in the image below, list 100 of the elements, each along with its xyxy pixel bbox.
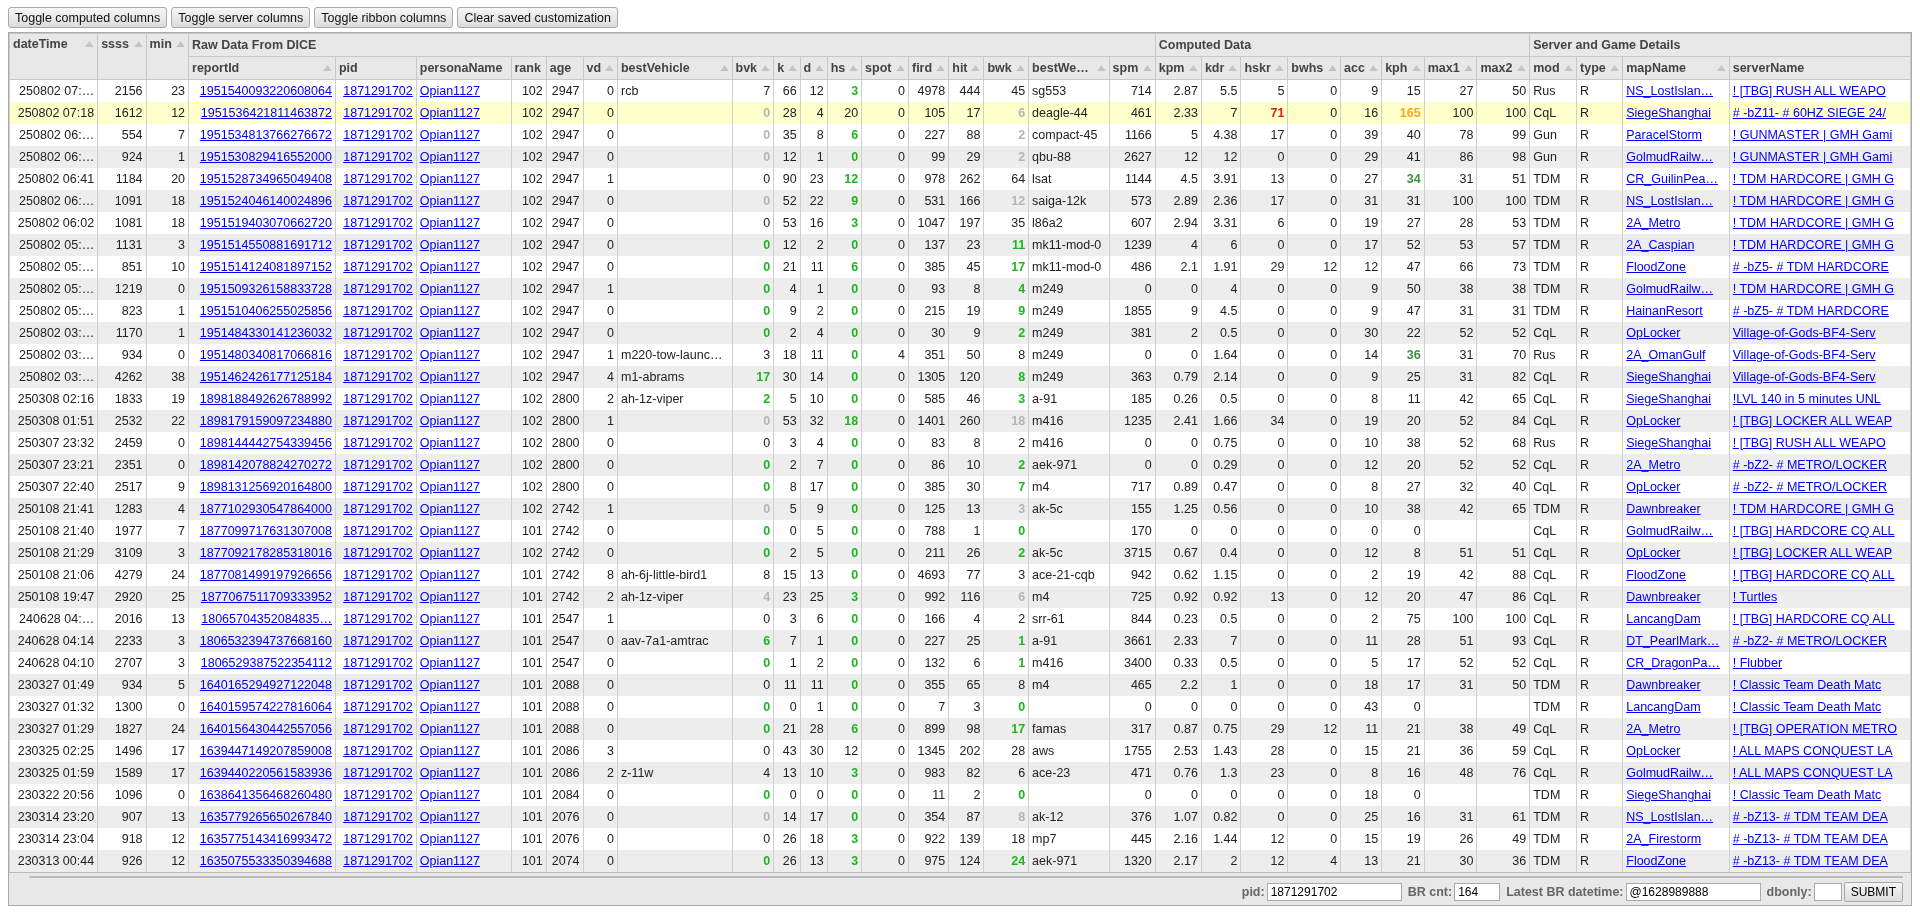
table-link[interactable]: 1951519403070662720 <box>199 216 332 230</box>
table-link[interactable]: Opian1127 <box>419 502 480 516</box>
table-link[interactable]: 1898179159097234880 <box>199 414 332 428</box>
table-link[interactable]: ! [TBG] HARDCORE CQ ALL <box>1732 568 1895 582</box>
table-link[interactable]: 2A_Metro <box>1626 458 1681 472</box>
table-link[interactable]: ! GUNMASTER | GMH Gami <box>1732 128 1893 142</box>
sort-arrow-icon[interactable] <box>604 65 614 71</box>
table-link[interactable]: ! [TBG] RUSH ALL WEAPO <box>1732 436 1886 450</box>
table-row[interactable]: 250307 23:32 2459 0 1898144442754339456 1871291702 Opian1127 102 2800 0 0 3 4 0 0 83 8 2 m416 0 0 0.75 0 0 10 38 52 68 Rus R SiegeShanghai ! [TBG] RUSH ALL WEAPO <box>9 432 1911 454</box>
table-link[interactable]: 1898142078824270272 <box>199 458 332 472</box>
sort-arrow-icon[interactable] <box>1610 65 1620 71</box>
table-link[interactable]: 1871291702 <box>343 458 413 472</box>
table-link[interactable]: Opian1127 <box>419 678 480 692</box>
table-link[interactable]: 1635075533350394688 <box>199 854 332 868</box>
table-link[interactable]: ! TDM HARDCORE | GMH G <box>1732 194 1895 208</box>
sort-arrow-icon[interactable] <box>1411 65 1421 71</box>
table-link[interactable]: 1806532394737668160 <box>199 634 332 648</box>
table-link[interactable]: Dawnbreaker <box>1626 678 1701 692</box>
table-link[interactable]: # -bZ2- # METRO/LOCKER <box>1732 458 1887 472</box>
table-link[interactable]: Opian1127 <box>419 788 480 802</box>
column-header[interactable]: ssss <box>97 33 147 80</box>
table-link[interactable]: Opian1127 <box>419 414 480 428</box>
table-row[interactable]: 250802 05:… 1219 0 1951509326158833728 1871291702 Opian1127 102 2947 1 0 4 1 0 0 93 8 4 m249 0 0 4 0 0 9 50 38 38 TDM R GolmudRailw… ! TDM HARDCORE | GMH G <box>9 278 1911 300</box>
table-link[interactable]: 18065704352084835… <box>201 612 332 626</box>
column-header[interactable]: dateTime <box>9 33 98 80</box>
table-row[interactable]: 250802 05:… 851 10 1951514124081897152 1871291702 Opian1127 102 2947 0 0 21 11 6 0 385 45 17 mk11-mod-0 486 2.1 1.91 29 12 12 47 66 73 TDM R FloodZone # -bZ5- # TDM HARDCORE <box>9 256 1911 278</box>
table-link[interactable]: ! TDM HARDCORE | GMH G <box>1732 216 1895 230</box>
table-link[interactable]: 1951462426177125184 <box>199 370 332 384</box>
table-row[interactable]: 250802 06:02 1081 18 1951519403070662720 1871291702 Opian1127 102 2947 0 0 53 16 3 0 1047 197 35 l86a2 607 2.94 3.31 6 0 19 27 28 53 TDM R 2A_Metro ! TDM HARDCORE | GMH G <box>9 212 1911 234</box>
table-link[interactable]: Opian1127 <box>419 106 480 120</box>
sort-arrow-icon[interactable] <box>176 41 186 47</box>
table-link[interactable]: 1871291702 <box>343 656 413 670</box>
table-link[interactable]: 1877092178285318016 <box>199 546 332 560</box>
table-link[interactable]: SiegeShanghai <box>1626 370 1712 384</box>
input-field[interactable]: 1871291702 <box>1266 883 1402 901</box>
table-link[interactable]: Opian1127 <box>419 854 480 868</box>
table-row[interactable]: 250802 03:… 1170 1 1951484330141236032 1871291702 Opian1127 102 2947 0 0 2 4 0 0 30 9 2 m249 381 2 0.5 0 0 30 22 52 52 CqL R OpLocker Village-of-Gods-BF4-Serv <box>9 322 1911 344</box>
table-link[interactable]: 1871291702 <box>343 238 413 252</box>
table-link[interactable]: 1951536421811463872 <box>200 106 332 120</box>
table-link[interactable]: Opian1127 <box>419 436 480 450</box>
sort-arrow-icon[interactable] <box>936 65 946 71</box>
table-link[interactable]: Opian1127 <box>419 348 480 362</box>
table-link[interactable]: Opian1127 <box>419 216 480 230</box>
submit-button[interactable]: SUBMIT <box>1843 882 1903 902</box>
table-row[interactable]: 250802 06:… 1091 18 1951524046140024896 1871291702 Opian1127 102 2947 0 0 52 22 9 0 531 166 12 saiga-12k 573 2.89 2.36 17 0 31 31 100 100 TDM R NS_LostIslan… ! TDM HARDCORE | GMH G <box>9 190 1911 212</box>
table-row[interactable]: 250802 06:… 924 1 1951530829416552000 1871291702 Opian1127 102 2947 0 0 12 1 0 0 99 29 2 qbu-88 2627 12 12 0 0 29 41 86 98 Gun R GolmudRailw… ! GUNMASTER | GMH Gami <box>9 146 1911 168</box>
table-link[interactable]: 1951534813766276672 <box>199 128 332 142</box>
table-row[interactable]: 230327 01:32 1300 0 1640159574227816064 1871291702 Opian1127 101 2088 0 0 0 1 0 0 7 3 0 0 0 0 0 0 43 0 TDM R LancangDam ! Classic Team Death Matc <box>9 696 1911 718</box>
table-row[interactable]: 250802 03:… 4262 38 1951462426177125184 1871291702 Opian1127 102 2947 4 m1-abrams 17 30 14 0 0 1305 120 8 m249 363 0.79 2.14 0 0 9 25 31 82 CqL R SiegeShanghai Village-of-Gods-BF4-Serv <box>9 366 1911 388</box>
table-link[interactable]: Opian1127 <box>419 568 480 582</box>
table-link[interactable]: Opian1127 <box>419 590 480 604</box>
table-link[interactable]: 1871291702 <box>343 260 413 274</box>
table-row[interactable]: 250802 07:18 1612 12 1951536421811463872 1871291702 Opian1127 102 2947 0 0 28 4 20 0 105 17 6 deagle-44 461 2.33 7 71 0 16 165 100 100 CqL R SiegeShanghai # -bZ11- # 60HZ SIEGE 24/ <box>9 102 1911 124</box>
table-row[interactable]: 230325 02:25 1496 17 1639447149207859008 1871291702 Opian1127 101 2086 3 0 43 30 12 0 1345 202 28 aws 1755 2.53 1.43 28 0 15 21 36 59 CqL R OpLocker ! ALL MAPS CONQUEST LA <box>9 740 1911 762</box>
table-row[interactable]: 250802 05:… 1131 3 1951514550881691712 1871291702 Opian1127 102 2947 0 0 12 2 0 0 137 23 11 mk11-mod-0 1239 4 6 0 0 17 52 53 57 TDM R 2A_Caspian ! TDM HARDCORE | GMH G <box>9 234 1911 256</box>
table-link[interactable]: Opian1127 <box>419 172 480 186</box>
table-link[interactable]: 1871291702 <box>343 722 413 736</box>
input-field[interactable] <box>1813 883 1842 901</box>
table-link[interactable]: 1871291702 <box>343 84 413 98</box>
table-link[interactable]: Opian1127 <box>419 128 480 142</box>
table-link[interactable]: 1951484330141236032 <box>199 326 332 340</box>
table-link[interactable]: SiegeShanghai <box>1626 788 1712 802</box>
sort-arrow-icon[interactable] <box>85 41 95 47</box>
table-link[interactable]: 1951528734965049408 <box>199 172 332 186</box>
table-link[interactable]: Opian1127 <box>419 150 480 164</box>
table-link[interactable]: ! Classic Team Death Matc <box>1732 678 1882 692</box>
table-link[interactable]: 1951540093220608064 <box>199 84 332 98</box>
table-row[interactable]: 250802 03:… 934 0 1951480340817066816 1871291702 Opian1127 102 2947 1 m220-tow-launc… 3 18 11 0 4 351 50 8 m249 0 0 1.64 0 0 14 36 31 70 Rus R 2A_OmanGulf Village-of-Gods-BF4-Serv <box>9 344 1911 366</box>
table-row[interactable]: 250108 21:29 3109 3 1877092178285318016 1871291702 Opian1127 102 2742 0 0 2 5 0 0 211 26 2 ak-5c 3715 0.67 0.4 0 0 12 8 51 51 CqL R OpLocker ! [TBG] LOCKER ALL WEAP <box>9 542 1911 564</box>
table-link[interactable]: 1871291702 <box>343 810 413 824</box>
table-link[interactable]: 1951480340817066816 <box>199 348 332 362</box>
table-link[interactable]: ! [TBG] OPERATION METRO <box>1732 722 1898 736</box>
table-link[interactable]: ! Classic Team Death Matc <box>1732 788 1882 802</box>
table-link[interactable]: OpLocker <box>1626 744 1681 758</box>
table-link[interactable]: NS_LostIslan… <box>1626 84 1714 98</box>
table-link[interactable]: ! GUNMASTER | GMH Gami <box>1732 150 1893 164</box>
sort-arrow-icon[interactable] <box>896 65 905 71</box>
table-link[interactable]: OpLocker <box>1626 546 1681 560</box>
table-link[interactable]: Opian1127 <box>419 700 480 714</box>
table-link[interactable]: GolmudRailw… <box>1626 282 1714 296</box>
toolbar-button[interactable]: Toggle ribbon columns <box>314 7 454 28</box>
table-link[interactable]: 1877081499197926656 <box>199 568 332 582</box>
table-link[interactable]: 1640156430442557056 <box>199 722 332 736</box>
table-link[interactable]: 2A_OmanGulf <box>1626 348 1706 362</box>
table-row[interactable]: 250802 07:… 2156 23 1951540093220608064 1871291702 Opian1127 102 2947 0 rcb 7 66 12 3 0 4978 444 45 sg553 714 2.87 5.5 5 0 9 15 27 50 Rus R NS_LostIslan… ! [TBG] RUSH ALL WEAPO <box>9 79 1911 102</box>
sort-arrow-icon[interactable] <box>133 41 143 47</box>
table-link[interactable]: Opian1127 <box>419 84 480 98</box>
table-link[interactable]: 1877067511709333952 <box>200 590 332 604</box>
sort-arrow-icon[interactable] <box>1369 65 1379 71</box>
table-link[interactable]: Opian1127 <box>419 260 480 274</box>
table-row[interactable]: 250802 06:41 1184 20 1951528734965049408 1871291702 Opian1127 102 2947 1 0 90 23 12 0 978 262 64 lsat 1144 4.5 3.91 13 0 27 34 31 51 TDM R CR_GuilinPea… ! TDM HARDCORE | GMH G <box>9 168 1911 190</box>
table-link[interactable]: 1871291702 <box>343 348 413 362</box>
table-row[interactable]: 230313 00:44 926 12 1635075533350394688 1871291702 Opian1127 101 2074 0 0 26 13 3 0 975 124 24 aek-971 1320 2.17 2 12 4 13 21 30 36 TDM R FloodZone # -bZ13- # TDM TEAM DEA <box>9 850 1911 872</box>
table-link[interactable]: 1635775143416993472 <box>199 832 332 846</box>
horizontal-scrollbar[interactable] <box>29 876 1903 878</box>
table-link[interactable]: HainanResort <box>1626 304 1703 318</box>
table-link[interactable]: # -bZ13- # TDM TEAM DEA <box>1732 810 1888 824</box>
table-link[interactable]: ! Flubber <box>1732 656 1783 670</box>
table-link[interactable]: Dawnbreaker <box>1626 590 1701 604</box>
table-link[interactable]: 1871291702 <box>343 480 413 494</box>
